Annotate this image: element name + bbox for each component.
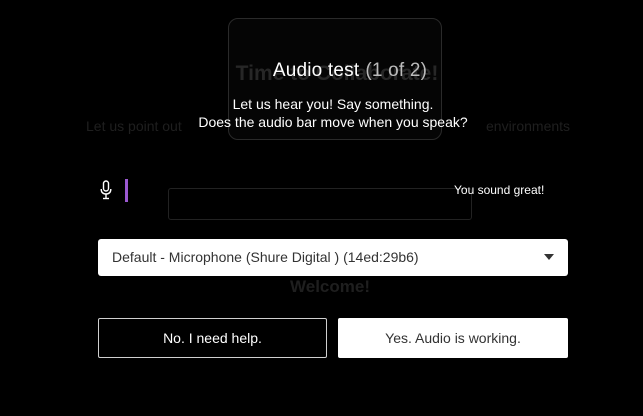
microphone-select-value: Default - Microphone (Shure Digital ) (1… [112,249,419,265]
audio-working-button[interactable]: Yes. Audio is working. [338,318,568,358]
audio-level-bar [125,179,128,202]
chevron-down-icon[interactable] [544,254,554,260]
microphone-select[interactable]: Default - Microphone (Shure Digital ) (1… [98,239,568,276]
prompt-line-2: Does the audio bar move when you speak? [198,114,468,130]
microphone-icon [100,180,112,200]
prompt-line-1: Let us hear you! Say something. [232,96,434,112]
background-welcome: Welcome! [290,277,370,296]
background-button [168,188,472,220]
need-help-button[interactable]: No. I need help. [98,318,327,358]
audio-test-title: Audio test (1 of 2) [0,60,643,82]
sound-status: You sound great! [454,183,545,197]
step-counter: (1 of 2) [365,60,428,81]
modal-title: Audio test [272,60,360,81]
